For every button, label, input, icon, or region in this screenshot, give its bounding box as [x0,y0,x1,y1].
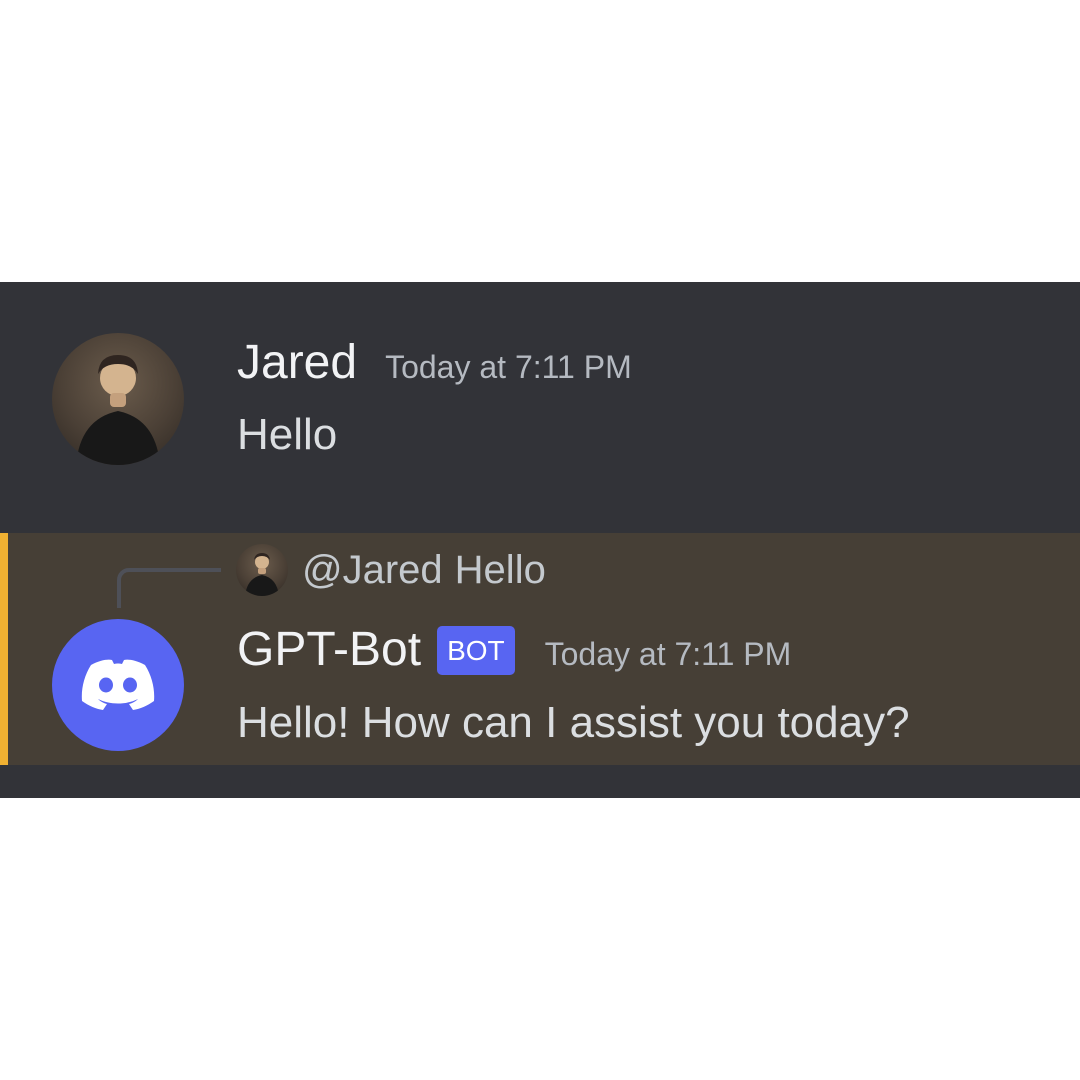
message-header: GPT-Bot BOT Today at 7:11 PM [237,622,791,682]
reply-preview[interactable]: @Jared Hello [236,543,546,597]
chat-panel: Jared Today at 7:11 PM Hello @Jared Hell… [0,282,1080,798]
username[interactable]: Jared [237,335,357,391]
message-header: Jared Today at 7:11 PM [237,335,632,395]
reply-text: Hello [454,547,546,592]
message-text: Hello! How can I assist you today? [237,698,910,747]
message-text: Hello [237,410,338,459]
message-bot[interactable]: @Jared Hello GPT-Bot BOT Today at 7:11 P… [0,533,1080,765]
reply-avatar [236,544,288,596]
reply-author[interactable]: @Jared [302,548,443,593]
timestamp: Today at 7:11 PM [544,636,792,672]
message-user[interactable]: Jared Today at 7:11 PM Hello [0,282,1080,532]
discord-logo-icon [77,652,159,719]
reply-connector [117,568,221,608]
timestamp: Today at 7:11 PM [385,349,632,385]
mention-highlight-bar [0,533,8,765]
bot-badge: BOT [437,625,515,675]
avatar[interactable] [52,333,184,465]
avatar[interactable] [52,619,184,751]
username[interactable]: GPT-Bot [237,622,421,678]
